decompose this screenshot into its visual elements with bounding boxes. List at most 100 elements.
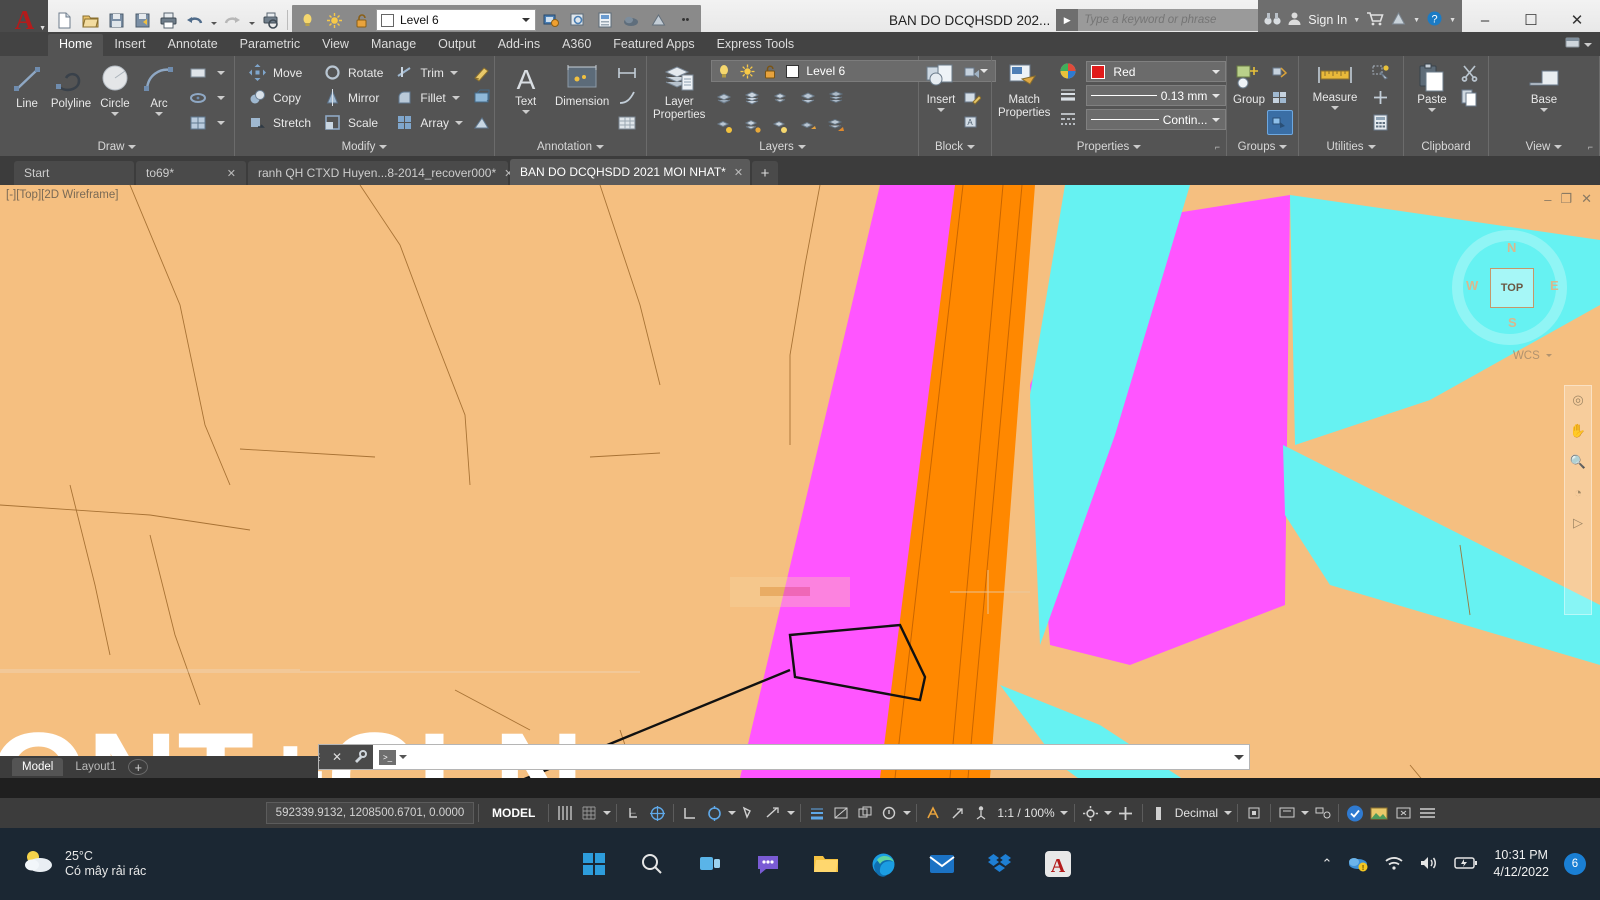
annotation-text-button[interactable]: A Text (501, 60, 550, 114)
edge-browser-icon[interactable] (864, 844, 904, 884)
sun-freeze-icon[interactable] (322, 6, 347, 34)
qat-overflow-icon[interactable]: •• (673, 6, 698, 34)
ribbon-display-icon[interactable] (1565, 36, 1580, 54)
chevron-down-icon[interactable]: ▼ (1413, 17, 1420, 24)
wifi-icon[interactable] (1384, 855, 1404, 874)
chevron-down-icon[interactable] (521, 110, 530, 114)
hardware-accel-icon[interactable] (1275, 801, 1299, 825)
annotation-scale-value[interactable]: 1:1 / 100% (993, 806, 1058, 820)
chevron-down-icon[interactable] (217, 70, 225, 75)
block-insert-button[interactable]: Insert (925, 60, 957, 112)
layer-state-icon[interactable] (565, 6, 590, 34)
steering-wheel-icon[interactable]: ◎ (1572, 392, 1583, 408)
snap-mode-icon[interactable] (577, 801, 601, 825)
explode-icon[interactable] (468, 85, 494, 110)
chamfer-icon[interactable] (468, 110, 494, 135)
linetype-combo[interactable]: Contin... (1086, 109, 1227, 130)
layer-unlock-icon[interactable] (795, 113, 821, 138)
copy-clip-icon[interactable] (1456, 85, 1482, 110)
help-icon[interactable]: ? (1426, 10, 1443, 30)
modify-mirror-button[interactable]: Mirror (316, 85, 386, 110)
transparency-icon[interactable] (829, 801, 853, 825)
units-value[interactable]: Decimal (1171, 806, 1222, 820)
view-dialog-launcher[interactable]: ⌐ (1588, 142, 1593, 152)
modify-move-button[interactable]: Move (241, 60, 314, 85)
unlock-padlock-icon[interactable] (760, 62, 780, 80)
add-toolbar-icon[interactable] (1114, 801, 1138, 825)
plot-preview-icon[interactable] (258, 6, 283, 34)
layout1-tab[interactable]: Layout1 (65, 758, 126, 776)
panel-utilities-title[interactable]: Utilities (1299, 137, 1403, 156)
restore-icon[interactable]: ❐ (1560, 191, 1572, 207)
group-edit-icon[interactable] (1267, 85, 1293, 110)
layer-properties-button[interactable]: Layer Properties (653, 60, 705, 121)
file-tab-ranh-qh[interactable]: ranh QH CTXD Huyen...8-2014_recover000* … (248, 161, 513, 185)
modify-stretch-button[interactable]: Stretch (241, 110, 314, 135)
properties-dialog-launcher[interactable]: ⌐ (1215, 142, 1220, 152)
isolate-objects-icon[interactable] (1242, 801, 1266, 825)
file-tab-to69[interactable]: to69* ✕ (136, 161, 246, 185)
command-history-expand-icon[interactable] (1229, 754, 1249, 760)
sun-freeze-icon[interactable] (737, 62, 757, 80)
new-layout-button[interactable]: + (128, 759, 149, 775)
printer-icon[interactable] (156, 6, 181, 34)
command-line[interactable]: ⋮⋮ ✕ >_ (315, 744, 1250, 770)
viewcube-top-face[interactable]: TOP (1490, 268, 1534, 308)
chevron-down-icon[interactable]: ▼ (1353, 17, 1360, 24)
customization-icon[interactable] (1310, 801, 1334, 825)
quick-layer-combo[interactable]: Level 6 (376, 9, 536, 31)
tab-a360[interactable]: A360 (551, 34, 602, 56)
notification-badge[interactable]: 6 (1564, 853, 1586, 875)
chevron-down-icon[interactable] (1540, 108, 1548, 112)
layer-freeze-icon[interactable] (739, 85, 765, 110)
panel-block-title[interactable]: Block (919, 137, 991, 156)
quick-select-icon[interactable] (1367, 60, 1393, 85)
orbit-icon[interactable]: ◔ (1574, 485, 1582, 500)
layer-unisolate-icon[interactable] (711, 113, 737, 138)
redo-dropdown-icon[interactable] (246, 6, 257, 34)
draw-line-button[interactable]: Line (6, 60, 48, 110)
model-tab[interactable]: Model (12, 758, 64, 776)
calculator-icon[interactable] (1367, 110, 1393, 135)
save-disk-icon[interactable] (104, 6, 129, 34)
chevron-down-icon[interactable] (449, 70, 458, 75)
show-hidden-icons-chevron-up-icon[interactable]: ⌃ (1321, 856, 1332, 872)
cut-scissors-icon[interactable] (1456, 60, 1482, 85)
view-base-button[interactable]: Base (1518, 60, 1570, 112)
layer-off-icon[interactable] (767, 85, 793, 110)
chevron-down-icon[interactable] (1584, 43, 1592, 47)
layer-on-icon[interactable] (767, 113, 793, 138)
close-icon[interactable]: ✕ (327, 745, 347, 769)
grid-display-icon[interactable] (553, 801, 577, 825)
measure-button[interactable]: Measure (1305, 60, 1365, 110)
showmotion-icon[interactable]: ▷ (1573, 515, 1583, 531)
file-explorer-icon[interactable] (806, 844, 846, 884)
command-input[interactable] (407, 750, 1229, 764)
close-icon[interactable]: ✕ (227, 167, 236, 180)
chevron-down-icon[interactable] (451, 95, 460, 100)
panel-annotation-title[interactable]: Annotation (495, 137, 646, 156)
ungroup-icon[interactable] (1267, 60, 1293, 85)
tab-express-tools[interactable]: Express Tools (706, 34, 806, 56)
onedrive-warning-icon[interactable]: ! (1347, 854, 1369, 875)
modify-rotate-button[interactable]: Rotate (316, 60, 386, 85)
sign-in-label[interactable]: Sign In (1308, 13, 1347, 27)
autodesk-app-icon[interactable] (1390, 11, 1407, 29)
point-id-icon[interactable] (1367, 85, 1393, 110)
selection-cycling-icon[interactable] (853, 801, 877, 825)
user-avatar-icon[interactable] (1287, 11, 1302, 29)
weather-widget[interactable]: 25°C Có mây rải rác (0, 847, 330, 882)
viewcube-east-label[interactable]: E (1550, 278, 1559, 293)
linetype-list-icon[interactable] (1055, 110, 1081, 128)
autocad-icon[interactable]: A (1038, 844, 1078, 884)
draw-rectangle-button[interactable] (182, 60, 228, 85)
panel-modify-title[interactable]: Modify (235, 137, 494, 156)
edit-attribute-icon[interactable]: A (959, 110, 985, 135)
edit-block-icon[interactable] (959, 85, 985, 110)
lightbulb-icon[interactable] (295, 6, 320, 34)
clean-screen-icon[interactable] (1391, 801, 1415, 825)
lineweight-icon[interactable] (805, 801, 829, 825)
autoscale-icon[interactable] (945, 801, 969, 825)
unlock-padlock-icon[interactable] (349, 6, 374, 34)
panel-view-title[interactable]: View ⌐ (1489, 137, 1599, 156)
